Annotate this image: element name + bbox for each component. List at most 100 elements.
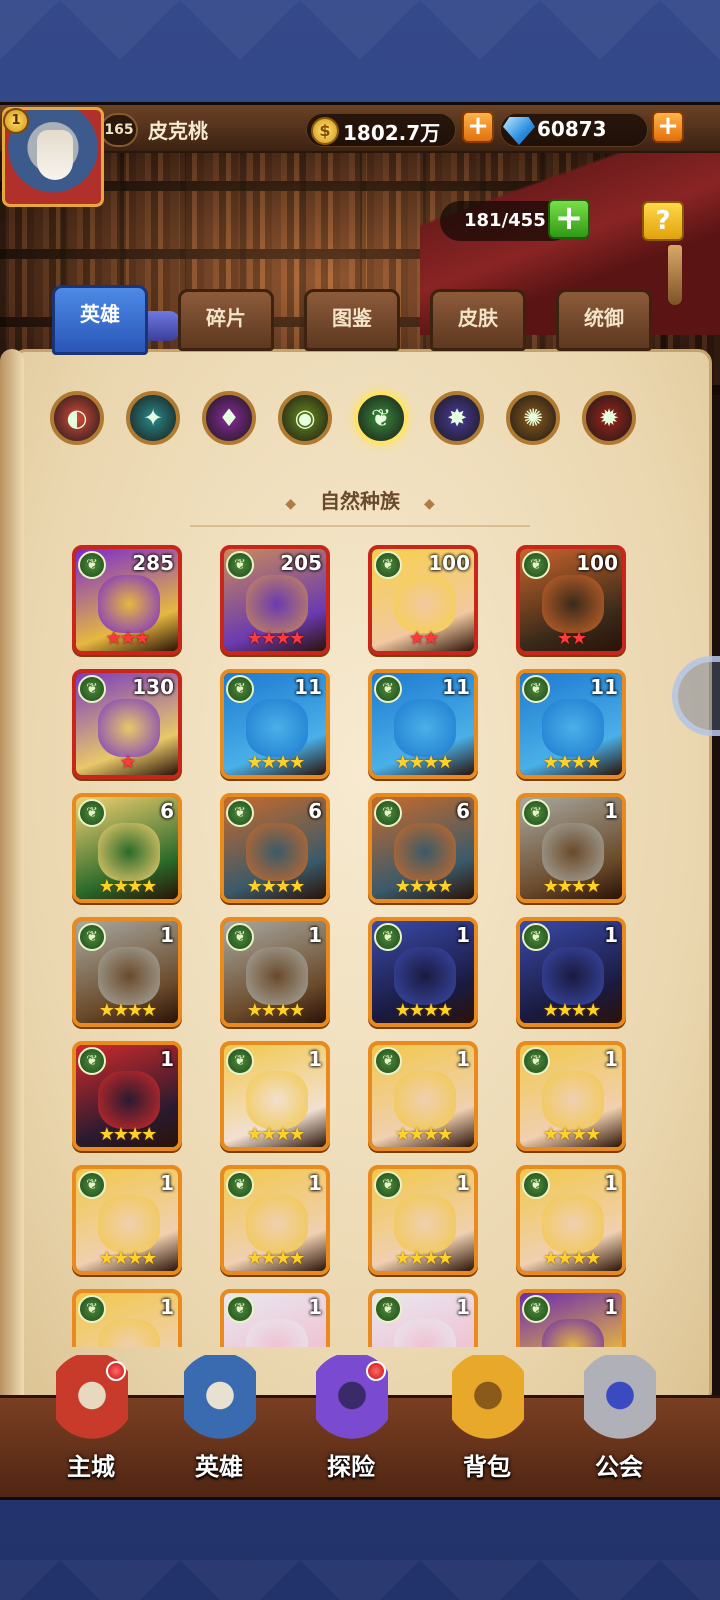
guild-icon [584, 1355, 656, 1445]
hero-card[interactable]: ❦ 130 ★ [72, 669, 182, 779]
expand-capacity-button[interactable]: + [548, 199, 590, 239]
help-button[interactable]: ? [642, 201, 684, 241]
nav-heroes[interactable]: 英雄 [164, 1355, 274, 1495]
hero-card[interactable]: ❦1★★★★ [220, 1165, 330, 1275]
hero-stars: ★★★ [105, 628, 150, 649]
player-avatar[interactable]: 1 [2, 107, 104, 207]
hero-face [246, 1319, 308, 1347]
hero-level: 100 [428, 551, 470, 575]
add-gold-button[interactable]: + [462, 111, 494, 143]
hero-level: 205 [280, 551, 322, 575]
hero-card[interactable]: ❦ 205 ★★★★ [220, 545, 330, 655]
hero-card[interactable]: ❦1★★★★ [220, 1041, 330, 1151]
hero-card[interactable]: ❦1★★★★ [516, 1289, 626, 1347]
nature-race-icon: ❦ [226, 799, 254, 827]
hero-face [394, 575, 456, 633]
hero-level: 6 [456, 799, 470, 823]
tab-skins[interactable]: 皮肤 [430, 289, 526, 351]
hero-stars: ★★★★ [394, 752, 454, 773]
race-filter-shadow-icon[interactable]: ♦ [202, 391, 256, 445]
notification-dot-icon [366, 1361, 386, 1381]
hero-level: 1 [308, 1171, 322, 1195]
hero-face [394, 823, 456, 881]
player-name: 皮克桃 [148, 119, 208, 143]
race-filter-nature-icon[interactable]: ❦ [354, 391, 408, 445]
nav-label: 公会 [595, 1453, 643, 1481]
nav-adventure[interactable]: 探险 [296, 1355, 406, 1495]
hero-face [98, 575, 160, 633]
hero-stars: ★★★★ [98, 1124, 158, 1145]
hero-card[interactable]: ❦ 6 ★★★★ [72, 793, 182, 903]
race-filter-dark-icon[interactable]: ✹ [582, 391, 636, 445]
hero-face [98, 1195, 160, 1253]
hero-level: 1 [456, 923, 470, 947]
hero-card[interactable]: ❦1★★★★ [220, 1289, 330, 1347]
hero-face [394, 1071, 456, 1129]
gold-value: 1802.7万 [343, 121, 441, 145]
hero-face [394, 699, 456, 757]
nature-race-icon: ❦ [522, 551, 550, 579]
hero-stars: ★★★★ [246, 1000, 306, 1021]
tab-fragments[interactable]: 碎片 [178, 289, 274, 351]
hero-stars: ★ [119, 752, 136, 773]
hero-card[interactable]: ❦1★★★★ [516, 1165, 626, 1275]
hero-level: 1 [160, 1171, 174, 1195]
heroes-icon [184, 1355, 256, 1445]
hero-card[interactable]: ❦1★★★★ [368, 1165, 478, 1275]
race-filter-fortress-icon[interactable]: ◉ [278, 391, 332, 445]
hero-card[interactable]: ❦ 100 ★★ [516, 545, 626, 655]
section-title: ◆ 自然种族 ◆ [0, 485, 720, 514]
hero-card[interactable]: ❦1★★★★ [516, 793, 626, 903]
hero-card[interactable]: ❦1★★★★ [220, 917, 330, 1027]
hero-level: 1 [160, 1295, 174, 1319]
hero-card[interactable]: ❦1★★★★ [368, 1289, 478, 1347]
hero-card[interactable]: ❦ 285 ★★★ [72, 545, 182, 655]
nature-race-icon: ❦ [226, 551, 254, 579]
hero-face [246, 947, 308, 1005]
hero-stars: ★★★★ [246, 628, 306, 649]
nature-race-icon: ❦ [226, 1171, 254, 1199]
hero-card[interactable]: ❦ 100 ★★ [368, 545, 478, 655]
nature-race-icon: ❦ [226, 1295, 254, 1323]
gold-display: $ 1802.7万 [306, 113, 456, 147]
hero-level: 1 [160, 923, 174, 947]
nav-main-city[interactable]: 主城 [36, 1355, 146, 1495]
hero-card[interactable]: ❦1★★★★ [72, 917, 182, 1027]
hero-face [542, 1071, 604, 1129]
nature-race-icon: ❦ [226, 1047, 254, 1075]
add-gems-button[interactable]: + [652, 111, 684, 143]
hero-card[interactable]: ❦1★★★★ [72, 1289, 182, 1347]
tab-codex[interactable]: 图鉴 [304, 289, 400, 351]
race-filter-all-races-icon[interactable]: ◐ [50, 391, 104, 445]
race-filter-abyss-icon[interactable]: ✸ [430, 391, 484, 445]
tab-command[interactable]: 统御 [556, 289, 652, 351]
nature-race-icon: ❦ [78, 1047, 106, 1075]
hero-stars: ★★★★ [542, 1124, 602, 1145]
hero-level: 1 [604, 923, 618, 947]
hero-level: 285 [132, 551, 174, 575]
hero-level: 11 [590, 675, 618, 699]
hero-stars: ★★★★ [394, 876, 454, 897]
hero-face [394, 1195, 456, 1253]
hero-card[interactable]: ❦1★★★★ [368, 1041, 478, 1151]
hero-card[interactable]: ❦1★★★★ [72, 1165, 182, 1275]
nature-race-icon: ❦ [226, 923, 254, 951]
hero-card[interactable]: ❦1★★★★ [72, 1041, 182, 1151]
tab-heroes[interactable]: 英雄 [52, 285, 148, 355]
hero-card[interactable]: ❦1★★★★ [368, 917, 478, 1027]
hero-card[interactable]: ❦1★★★★ [516, 1041, 626, 1151]
hero-level: 1 [456, 1171, 470, 1195]
race-filter-forest-icon[interactable]: ✦ [126, 391, 180, 445]
hero-card[interactable]: ❦ 11 ★★★★ [368, 669, 478, 779]
hero-face [98, 823, 160, 881]
hero-card[interactable]: ❦1★★★★ [516, 917, 626, 1027]
race-filter-light-icon[interactable]: ✺ [506, 391, 560, 445]
avatar-portrait [37, 130, 73, 180]
hero-card[interactable]: ❦ 11 ★★★★ [516, 669, 626, 779]
hero-card[interactable]: ❦ 11 ★★★★ [220, 669, 330, 779]
nav-guild[interactable]: 公会 [564, 1355, 674, 1495]
hero-card[interactable]: ❦ 6 ★★★★ [368, 793, 478, 903]
nav-backpack[interactable]: 背包 [432, 1355, 542, 1495]
hero-card[interactable]: ❦ 6 ★★★★ [220, 793, 330, 903]
hero-level: 1 [604, 799, 618, 823]
